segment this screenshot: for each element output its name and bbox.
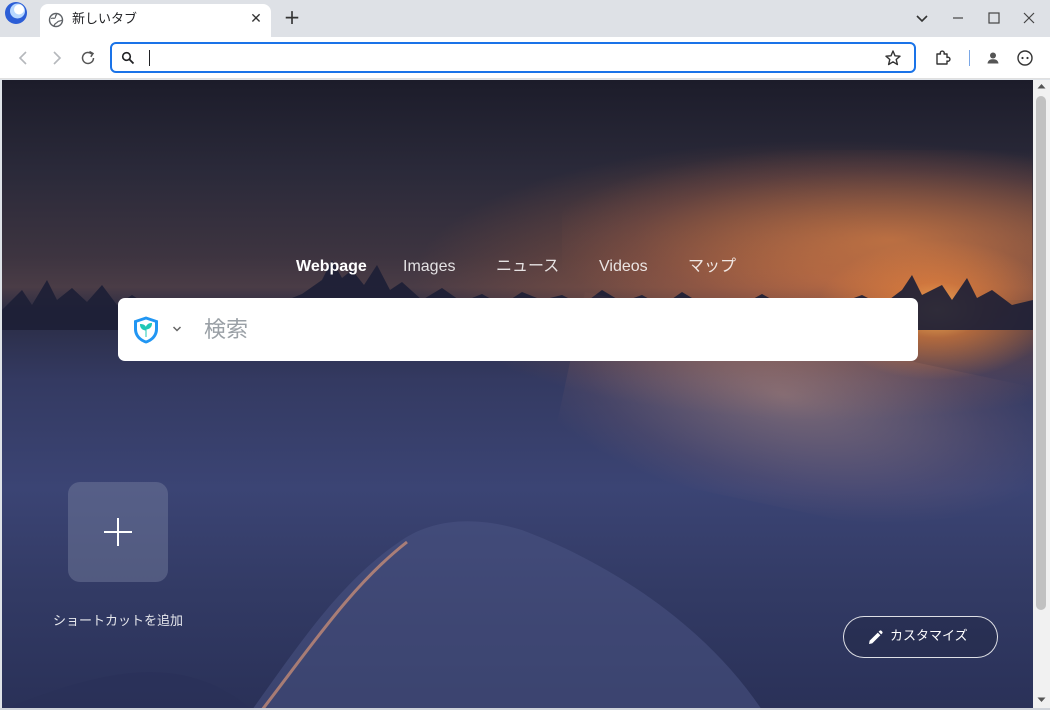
tab-new-tab[interactable]: 新しいタブ ✕ (40, 4, 271, 37)
add-shortcut-label: ショートカットを追加 (52, 614, 183, 629)
add-shortcut-button[interactable] (68, 482, 168, 582)
text-caret (149, 50, 150, 66)
newtab-search-input[interactable] (204, 316, 894, 344)
extensions-puzzle-icon[interactable] (933, 48, 953, 68)
minimize-icon[interactable] (948, 8, 968, 28)
search-tab-videos[interactable]: Videos (599, 256, 648, 278)
new-tab-page: Webpage Images ニュース Videos マップ ショートカットを追… (2, 80, 1033, 708)
toolbar (0, 37, 1050, 79)
reload-icon[interactable] (78, 48, 98, 68)
browser-logo-icon[interactable] (4, 1, 28, 25)
maximize-icon[interactable] (984, 8, 1004, 28)
tab-title: 新しいタブ (72, 12, 138, 27)
page-scrollbar[interactable] (1033, 80, 1050, 708)
profile-icon[interactable] (983, 48, 1003, 68)
plus-icon (104, 518, 132, 546)
newtab-search-box (118, 298, 918, 361)
search-tab-webpage[interactable]: Webpage (296, 256, 367, 278)
scroll-down-arrow-icon[interactable] (1037, 697, 1046, 703)
search-tab-news[interactable]: ニュース (496, 256, 559, 278)
engine-dropdown-chevron-icon[interactable] (172, 325, 182, 333)
smiley-menu-icon[interactable] (1015, 48, 1035, 68)
new-tab-button[interactable]: + (282, 7, 302, 27)
tab-bar: 新しいタブ ✕ + (0, 0, 1050, 37)
search-icon (121, 51, 135, 65)
customize-label: カスタマイズ (890, 629, 968, 644)
address-bar[interactable] (110, 42, 916, 73)
forward-icon[interactable] (46, 48, 66, 68)
toolbar-separator (969, 50, 970, 66)
customize-button[interactable]: カスタマイズ (843, 616, 998, 658)
pencil-icon (869, 630, 883, 644)
search-category-tabs: Webpage Images ニュース Videos マップ (2, 256, 1033, 278)
scrollbar-thumb[interactable] (1036, 96, 1046, 610)
search-tab-images[interactable]: Images (403, 256, 455, 278)
shield-leaf-icon[interactable] (132, 315, 160, 345)
window-close-icon[interactable] (1019, 8, 1039, 28)
back-icon[interactable] (14, 48, 34, 68)
tab-search-chevron-icon[interactable] (912, 8, 932, 28)
scroll-up-arrow-icon[interactable] (1037, 83, 1046, 89)
tab-close-icon[interactable]: ✕ (248, 11, 264, 27)
globe-icon (48, 12, 64, 28)
bookmark-star-icon[interactable] (884, 49, 902, 67)
search-tab-maps[interactable]: マップ (688, 256, 736, 278)
address-input[interactable] (148, 47, 868, 68)
